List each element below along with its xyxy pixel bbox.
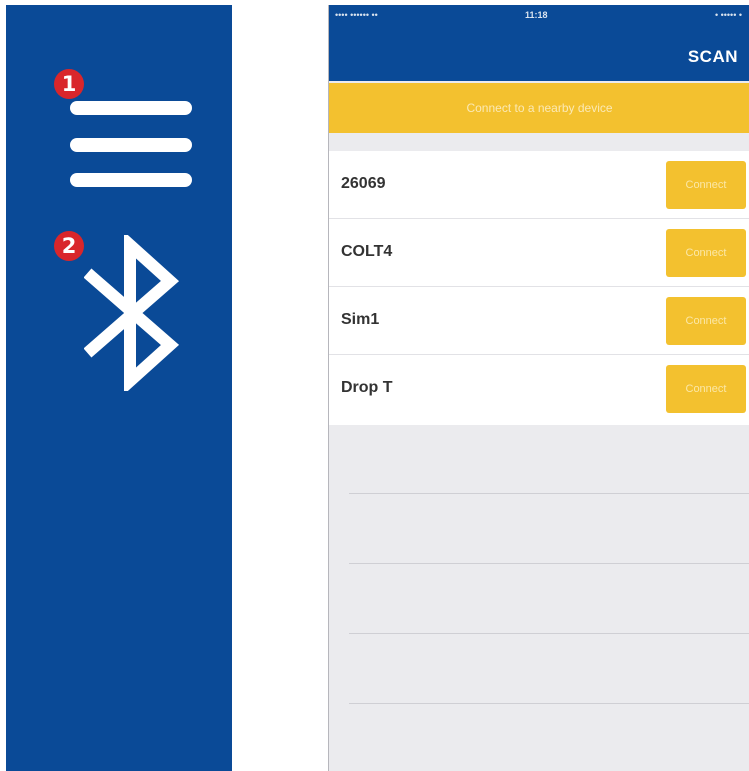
hamburger-menu-icon[interactable] <box>64 101 194 189</box>
device-name: Drop T <box>341 379 393 396</box>
menu-bar-middle <box>70 138 192 152</box>
device-list: 26069 Connect COLT4 Connect Sim1 Connect… <box>329 151 749 425</box>
device-name: Sim1 <box>341 311 380 328</box>
scan-button[interactable]: SCAN <box>688 47 738 67</box>
empty-row-separator <box>349 633 749 634</box>
callout-number-1: 1 <box>54 69 84 99</box>
device-name: COLT4 <box>341 243 393 260</box>
empty-list-area <box>329 425 749 771</box>
connect-banner: Connect to a nearby device <box>329 83 749 133</box>
menu-bar-bottom <box>70 173 192 187</box>
empty-row-separator <box>349 563 749 564</box>
status-time: 11:18 <box>525 10 548 20</box>
device-row: Drop T Connect <box>329 355 749 425</box>
device-row: COLT4 Connect <box>329 219 749 287</box>
connect-button[interactable]: Connect <box>666 297 746 345</box>
connect-button[interactable]: Connect <box>666 229 746 277</box>
device-row: Sim1 Connect <box>329 287 749 355</box>
phone-screen: •••• •••••• •• 11:18 • ••••• • SCAN Conn… <box>328 5 749 771</box>
carrier-signal: •••• •••••• •• <box>335 10 378 20</box>
icon-legend-panel: 1 2 <box>6 5 232 771</box>
app-navbar: •••• •••••• •• 11:18 • ••••• • SCAN <box>329 5 749 81</box>
menu-bar-top <box>70 101 192 115</box>
device-row: 26069 Connect <box>329 151 749 219</box>
device-name: 26069 <box>341 175 386 192</box>
empty-row-separator <box>349 493 749 494</box>
battery-indicator: • ••••• • <box>714 10 742 20</box>
status-bar: •••• •••••• •• 11:18 • ••••• • <box>329 5 749 25</box>
connect-button[interactable]: Connect <box>666 365 746 413</box>
callout-number-2: 2 <box>54 231 84 261</box>
bluetooth-icon[interactable] <box>84 235 184 391</box>
empty-row-separator <box>349 703 749 704</box>
connect-button[interactable]: Connect <box>666 161 746 209</box>
